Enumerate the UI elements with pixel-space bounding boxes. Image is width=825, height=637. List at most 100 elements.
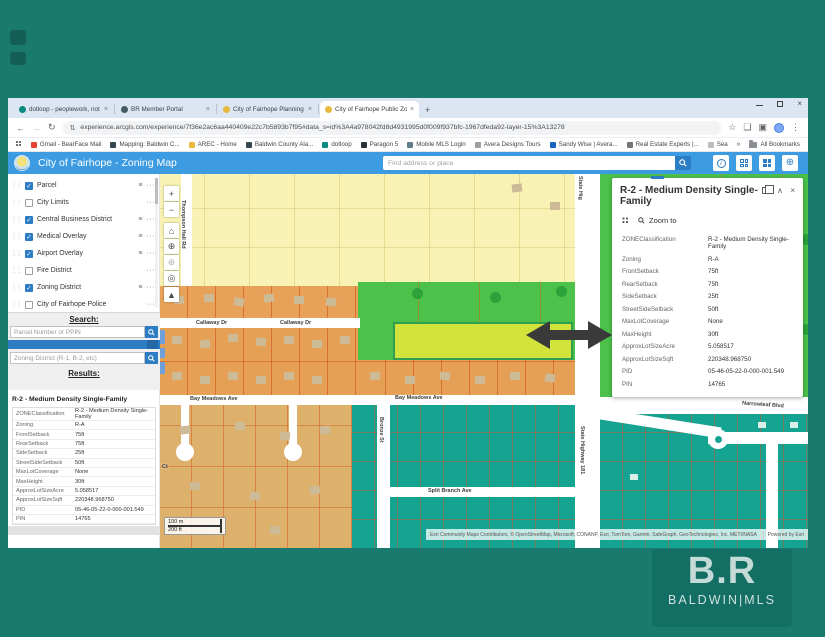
zoning-search-icon[interactable] [145, 352, 158, 364]
locate-button[interactable]: ◎ [164, 271, 179, 286]
drag-handle-icon[interactable]: ⋮⋮ [11, 285, 21, 291]
attribute-label: StreetSideSetback [622, 306, 708, 314]
extension-icon[interactable]: ❏ [743, 122, 751, 133]
drag-handle-icon[interactable]: ⋮⋮ [11, 234, 21, 240]
bookmark-item[interactable]: Baldwin County Ala... [246, 141, 313, 148]
apps-grid-icon[interactable] [16, 141, 22, 148]
forward-icon[interactable]: → [32, 123, 41, 133]
zoning-search-input[interactable] [10, 352, 145, 364]
bookmark-item[interactable]: Mobile MLS Login [407, 141, 466, 148]
layer-checkbox[interactable]: ✓ [25, 216, 33, 224]
layer-options-icon[interactable]: ··· [147, 267, 156, 274]
zoom-out-button[interactable]: − [164, 202, 179, 217]
layer-row[interactable]: ⋮⋮City Limits··· [8, 194, 159, 211]
pan-button[interactable]: ⊕ [164, 239, 179, 254]
tab-close-icon[interactable]: × [104, 106, 108, 113]
drag-handle-icon[interactable]: ⋮⋮ [11, 302, 21, 308]
bookmark-item[interactable]: dotloop [322, 141, 351, 148]
home-button[interactable]: ⌂ [164, 223, 179, 238]
layer-checkbox[interactable] [25, 199, 33, 207]
drag-handle-icon[interactable]: ⋮⋮ [11, 200, 21, 206]
building-footprint [630, 474, 638, 480]
layers-button[interactable] [759, 155, 775, 171]
dock-icon[interactable] [762, 187, 769, 194]
new-tab-button[interactable]: + [425, 105, 430, 115]
browser-tab[interactable]: BR Member Portal× [116, 101, 215, 118]
parcel-search-input[interactable] [10, 326, 145, 338]
legend-button[interactable] [736, 155, 752, 171]
bookmark-item[interactable]: Mapping: Baldwin C... [110, 141, 179, 148]
drag-handle-icon[interactable]: ⋮⋮ [11, 268, 21, 274]
close-popup-icon[interactable]: × [790, 186, 795, 195]
layer-list-scrollbar[interactable] [155, 178, 158, 308]
bookmark-star-icon[interactable]: ☆ [728, 122, 736, 133]
legend-icon[interactable]: ≡ [138, 284, 142, 291]
bookmark-item[interactable]: Gmail - BearFace Mail [31, 141, 102, 148]
bookmark-item[interactable]: AREC - Home [189, 141, 237, 148]
back-icon[interactable]: ← [16, 123, 25, 133]
legend-icon[interactable]: ≡ [138, 216, 142, 223]
layer-options-icon[interactable]: ··· [147, 233, 156, 240]
tab-close-icon[interactable]: × [410, 106, 414, 113]
layer-checkbox[interactable]: ✓ [25, 233, 33, 241]
layer-row[interactable]: ⋮⋮✓Airport Overlay≡··· [8, 245, 159, 262]
search-icon[interactable] [675, 156, 691, 170]
popup-dock-actions-icon[interactable] [622, 217, 629, 224]
profile-avatar[interactable] [774, 123, 784, 133]
minimize-icon[interactable] [756, 102, 763, 106]
basemap-button[interactable]: ⊕ [782, 155, 798, 171]
layer-options-icon[interactable]: ··· [147, 301, 156, 308]
drag-handle-icon[interactable]: ⋮⋮ [11, 217, 21, 223]
layer-row[interactable]: ⋮⋮✓Parcel≡··· [8, 177, 159, 194]
layer-row[interactable]: ⋮⋮✓Zoning District≡··· [8, 279, 159, 296]
browser-menu-icon[interactable]: ⋮ [791, 122, 800, 133]
address-search-input[interactable] [383, 156, 675, 170]
map-canvas[interactable]: Thompson Hall Rd State Hig Callaway Dr C… [160, 174, 808, 548]
bookmark-item[interactable]: Avera Designs Tours [475, 141, 541, 148]
layer-options-icon[interactable]: ··· [147, 216, 156, 223]
bookmark-item[interactable]: Real Estate Experts |... [627, 141, 699, 148]
browser-tab[interactable]: City of Fairhope Public Zoning× [320, 101, 419, 118]
zoom-to-button[interactable]: Zoom to [638, 216, 677, 225]
info-button[interactable]: i [713, 155, 729, 171]
address-bar[interactable]: ⇅ experience.arcgis.com/experience/7f36e… [63, 121, 722, 135]
layer-row[interactable]: ⋮⋮Fire District··· [8, 262, 159, 279]
collapse-icon[interactable]: ∧ [777, 186, 783, 195]
layer-checkbox[interactable]: ✓ [25, 182, 33, 190]
layer-options-icon[interactable]: ··· [147, 250, 156, 257]
pan-alt-button[interactable]: ⊕ [164, 255, 179, 270]
bookmarks-overflow-chevron[interactable]: » [737, 141, 741, 148]
close-window-icon[interactable]: × [797, 101, 802, 107]
layer-checkbox[interactable]: ✓ [25, 284, 33, 292]
parcel-search-icon[interactable] [145, 326, 158, 338]
layer-checkbox[interactable] [25, 267, 33, 275]
layer-checkbox[interactable] [25, 301, 33, 309]
drag-handle-icon[interactable]: ⋮⋮ [11, 183, 21, 189]
zoom-in-button[interactable]: + [164, 186, 179, 201]
drag-handle-icon[interactable]: ⋮⋮ [11, 251, 21, 257]
layer-row[interactable]: ⋮⋮✓Medical Overlay≡··· [8, 228, 159, 245]
tab-close-icon[interactable]: × [206, 106, 210, 113]
maximize-icon[interactable] [777, 101, 783, 107]
layer-options-icon[interactable]: ··· [147, 182, 156, 189]
side-panel-icon[interactable]: ▣ [758, 122, 767, 133]
compass-button[interactable]: ▲ [164, 287, 179, 302]
layer-checkbox[interactable]: ✓ [25, 250, 33, 258]
layer-options-icon[interactable]: ··· [147, 284, 156, 291]
layer-options-icon[interactable]: ··· [147, 199, 156, 206]
legend-icon[interactable]: ≡ [138, 182, 142, 189]
bookmark-item[interactable]: Paragon 5 [361, 141, 399, 148]
layer-row[interactable]: ⋮⋮✓Central Business District≡··· [8, 211, 159, 228]
site-settings-icon[interactable]: ⇅ [70, 124, 76, 132]
browser-tab[interactable]: dotloop - peoplework, not pap...× [14, 101, 113, 118]
layer-row[interactable]: ⋮⋮City of Fairhope Police··· [8, 296, 159, 313]
all-bookmarks-button[interactable]: All Bookmarks [749, 141, 800, 148]
legend-icon[interactable]: ≡ [138, 250, 142, 257]
br-portal-icon [121, 106, 128, 113]
reload-icon[interactable]: ↻ [48, 122, 56, 133]
browser-tab[interactable]: City of Fairhope Planning & Z...× [218, 101, 317, 118]
bookmark-item[interactable]: Sandy Wise | Avera... [550, 141, 618, 148]
legend-icon[interactable]: ≡ [138, 233, 142, 240]
bookmark-item[interactable]: Search - Assurance... [708, 141, 728, 148]
tab-close-icon[interactable]: × [308, 106, 312, 113]
